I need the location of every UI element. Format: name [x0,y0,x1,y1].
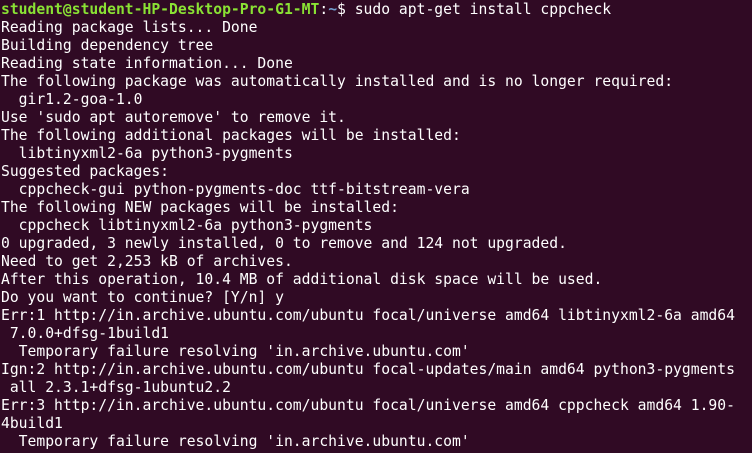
output-line: Do you want to continue? [Y/n] y [1,289,284,306]
output-line: 4build1 [1,415,63,432]
output-line: Need to get 2,253 kB of archives. [1,253,293,270]
output-line: cppcheck libtinyxml2-6a python3-pygments [1,217,373,234]
output-line: Suggested packages: [1,163,170,180]
output-line: Reading package lists... Done [1,19,258,36]
output-line: Reading state information... Done [1,55,293,72]
output-line: After this operation, 10.4 MB of additio… [1,271,603,288]
output-line: gir1.2-goa-1.0 [1,91,143,108]
output-line: all 2.3.1+dfsg-1ubuntu2.2 [1,379,231,396]
output-line: libtinyxml2-6a python3-pygments [1,145,293,162]
terminal-window[interactable]: student@student-HP-Desktop-Pro-G1-MT:~$ … [0,0,752,453]
output-line: 7.0.0+dfsg-1build1 [1,325,170,342]
output-line: Temporary failure resolving 'in.archive.… [1,343,470,360]
prompt-command: sudo apt-get install cppcheck [354,1,612,18]
output-line: Err:1 http://in.archive.ubuntu.com/ubunt… [1,307,735,324]
prompt-path: ~ [328,1,338,18]
output-line: Use 'sudo apt autoremove' to remove it. [1,109,346,126]
output-line: Ign:2 http://in.archive.ubuntu.com/ubunt… [1,361,735,378]
prompt-user-host: student@student-HP-Desktop-Pro-G1-MT [1,1,320,18]
prompt-symbol: $ [337,1,355,18]
output-line: Err:3 http://in.archive.ubuntu.com/ubunt… [1,397,735,414]
prompt-colon: : [319,1,329,18]
output-line: The following package was automatically … [1,73,674,90]
prompt-line: student@student-HP-Desktop-Pro-G1-MT:~$ … [1,1,752,19]
output-line: cppcheck-gui python-pygments-doc ttf-bit… [1,181,470,198]
output-line: The following additional packages will b… [1,127,461,144]
output-line: 0 upgraded, 3 newly installed, 0 to remo… [1,235,567,252]
output-line: The following NEW packages will be insta… [1,199,399,216]
output-line: Building dependency tree [1,37,214,54]
output-line: Temporary failure resolving 'in.archive.… [1,433,470,450]
